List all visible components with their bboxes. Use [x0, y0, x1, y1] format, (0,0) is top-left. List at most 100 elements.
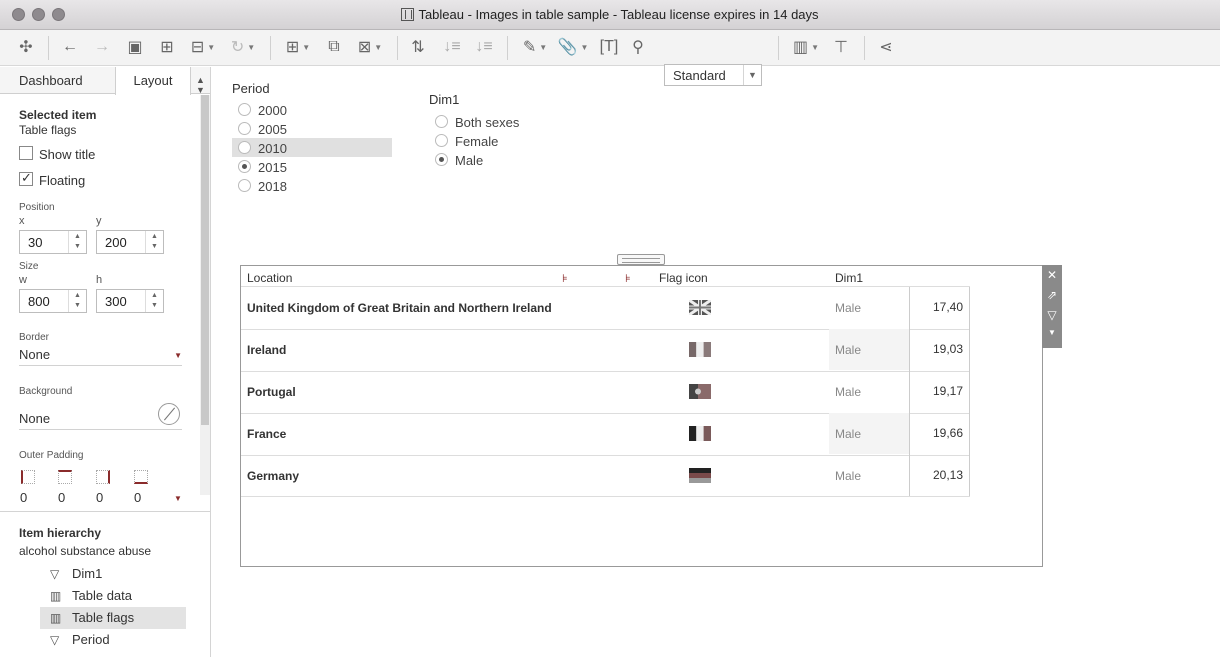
dim1-option-both-sexes[interactable]: Both sexes	[455, 115, 519, 130]
undo-icon[interactable]: ←	[58, 36, 82, 58]
w-label: w	[19, 274, 27, 286]
redo-icon[interactable]: →	[90, 36, 114, 58]
clear-sheet-icon[interactable]: ⊠ ▼	[352, 36, 388, 58]
period-option-2005[interactable]: 2005	[258, 122, 287, 137]
presentation-mode-icon[interactable]: ⊤	[829, 36, 853, 58]
size-w-input[interactable]: 800 ▲ ▼	[19, 289, 87, 313]
sort-ascending-icon[interactable]: ↓≡	[440, 36, 464, 58]
tableau-logo-icon[interactable]: ✣	[14, 36, 38, 58]
selected-item-heading: Selected item	[19, 108, 97, 122]
table-cell-dim1[interactable]: Male	[829, 371, 909, 412]
period-option-2015[interactable]: 2015	[258, 160, 287, 175]
table-row-location[interactable]: Germany	[247, 469, 299, 483]
table-cell-dim1[interactable]: Male	[829, 287, 909, 328]
hierarchy-root[interactable]: alcohol substance abuse	[19, 544, 151, 558]
period-radio-2005[interactable]	[238, 122, 251, 135]
portugal-flag-icon	[689, 384, 711, 399]
column-header-flag-icon[interactable]: Flag icon	[659, 271, 708, 285]
sort-descending-icon[interactable]: ↓≡	[472, 36, 496, 58]
table-row-location[interactable]: United Kingdom of Great Britain and Nort…	[247, 301, 552, 315]
use-as-filter-icon[interactable]: ▽	[1042, 305, 1062, 325]
table-cell-dim1[interactable]: Male	[829, 455, 909, 496]
uk-flag-icon	[689, 300, 711, 315]
period-radio-2010[interactable]	[238, 141, 251, 154]
floating-checkbox[interactable]	[19, 170, 33, 186]
size-h-input[interactable]: 300 ▲ ▼	[96, 289, 164, 313]
background-color-icon[interactable]	[158, 403, 180, 425]
table-cell-value[interactable]: 19,17	[909, 371, 970, 413]
period-option-2018[interactable]: 2018	[258, 179, 287, 194]
column-header-location[interactable]: Location	[247, 271, 292, 285]
duplicate-sheet-icon[interactable]: ⧉	[322, 36, 346, 58]
pause-updates-icon[interactable]: ⊟ ▼	[186, 36, 220, 58]
sort-icon[interactable]: ⊧	[562, 272, 568, 285]
period-radio-2015[interactable]	[238, 160, 251, 173]
floating-label: Floating	[39, 173, 86, 188]
show-title-checkbox[interactable]	[19, 146, 33, 160]
show-cards-icon[interactable]: ▥ ▼	[788, 36, 824, 58]
table-cell-value[interactable]: 17,40	[909, 287, 970, 329]
period-hover-highlight	[232, 138, 392, 157]
show-labels-icon[interactable]: [T]	[597, 36, 621, 58]
hierarchy-item-period[interactable]: ▽ Period	[40, 629, 186, 651]
hierarchy-item-table-data[interactable]: ▥ Table data	[40, 585, 186, 607]
move-handle[interactable]	[617, 254, 665, 265]
border-select[interactable]: None ▼	[19, 344, 182, 366]
filter-icon: ▽	[50, 633, 60, 647]
window-title: Tableau - Images in table sample - Table…	[0, 7, 1220, 22]
padding-left-icon[interactable]	[21, 470, 35, 484]
column-header-dim1[interactable]: Dim1	[835, 271, 863, 285]
position-x-input[interactable]: 30 ▲ ▼	[19, 230, 87, 254]
view-fit-select[interactable]: Standard ▼	[664, 64, 762, 86]
table-row-location[interactable]: Portugal	[247, 385, 296, 399]
table-cell-value[interactable]: 19,03	[909, 329, 970, 371]
period-option-2000[interactable]: 2000	[258, 103, 287, 118]
remove-from-dashboard-icon[interactable]: ✕	[1042, 265, 1062, 285]
new-worksheet-icon[interactable]: ⊞ ▼	[280, 36, 316, 58]
save-icon[interactable]: ▣	[123, 36, 147, 58]
table-row-location[interactable]: France	[247, 427, 286, 441]
show-title-label: Show title	[39, 147, 96, 162]
refresh-icon[interactable]: ↻ ▼	[226, 36, 260, 58]
hierarchy-item-dim1[interactable]: ▽ Dim1	[40, 563, 186, 585]
dim1-option-male[interactable]: Male	[455, 153, 483, 168]
padding-bottom-icon[interactable]	[134, 470, 148, 484]
hierarchy-item-table-flags[interactable]: ▥ Table flags	[40, 607, 186, 629]
tab-dashboard[interactable]: Dashboard	[0, 67, 115, 94]
swap-rows-columns-icon[interactable]: ⇅	[406, 36, 430, 58]
table-row-location[interactable]: Ireland	[247, 343, 286, 357]
tab-scroll-icon[interactable]: ▲ ▼	[191, 67, 210, 95]
position-y-input[interactable]: 200 ▲ ▼	[96, 230, 164, 254]
sort-icon[interactable]: ⊧	[625, 272, 631, 285]
tab-layout[interactable]: Layout	[115, 67, 191, 95]
table-cell-value[interactable]: 19,66	[909, 413, 970, 455]
highlight-icon[interactable]: ✎ ▼	[518, 36, 552, 58]
period-radio-2018[interactable]	[238, 179, 251, 192]
padding-top-icon[interactable]	[58, 470, 72, 484]
padding-chevron-down-icon[interactable]: ▼	[174, 494, 182, 503]
dashboard-side-panel: Dashboard Layout ▲ ▼ Selected item Table …	[0, 67, 211, 657]
share-icon[interactable]: ⋖	[874, 36, 898, 58]
sheet-floating-controls: ✕ ⇗ ▽ ▼	[1042, 265, 1062, 348]
panel-scrollbar[interactable]	[200, 95, 210, 495]
group-members-icon[interactable]: 📎 ▼	[556, 36, 590, 58]
more-options-chevron-down-icon[interactable]: ▼	[1042, 325, 1062, 343]
padding-right-icon[interactable]	[96, 470, 110, 484]
pin-axes-icon[interactable]: ⚲	[626, 36, 650, 58]
dim1-radio-both-sexes[interactable]	[435, 115, 448, 128]
dim1-option-female[interactable]: Female	[455, 134, 498, 149]
dim1-radio-male[interactable]	[435, 153, 448, 166]
padding-right-value: 0	[96, 490, 104, 505]
period-option-2010[interactable]: 2010	[258, 141, 287, 156]
period-filter-title: Period	[232, 81, 270, 96]
dim1-filter-title: Dim1	[429, 92, 460, 107]
chevron-down-icon: ▼	[743, 65, 761, 85]
table-cell-dim1[interactable]: Male	[829, 413, 909, 454]
selected-item-name: Table flags	[19, 123, 77, 137]
table-cell-value[interactable]: 20,13	[909, 455, 970, 497]
table-cell-dim1[interactable]: Male	[829, 329, 909, 370]
new-datasource-icon[interactable]: ⊞	[155, 36, 179, 58]
dim1-radio-female[interactable]	[435, 134, 448, 147]
go-to-sheet-icon[interactable]: ⇗	[1042, 285, 1062, 305]
period-radio-2000[interactable]	[238, 103, 251, 116]
